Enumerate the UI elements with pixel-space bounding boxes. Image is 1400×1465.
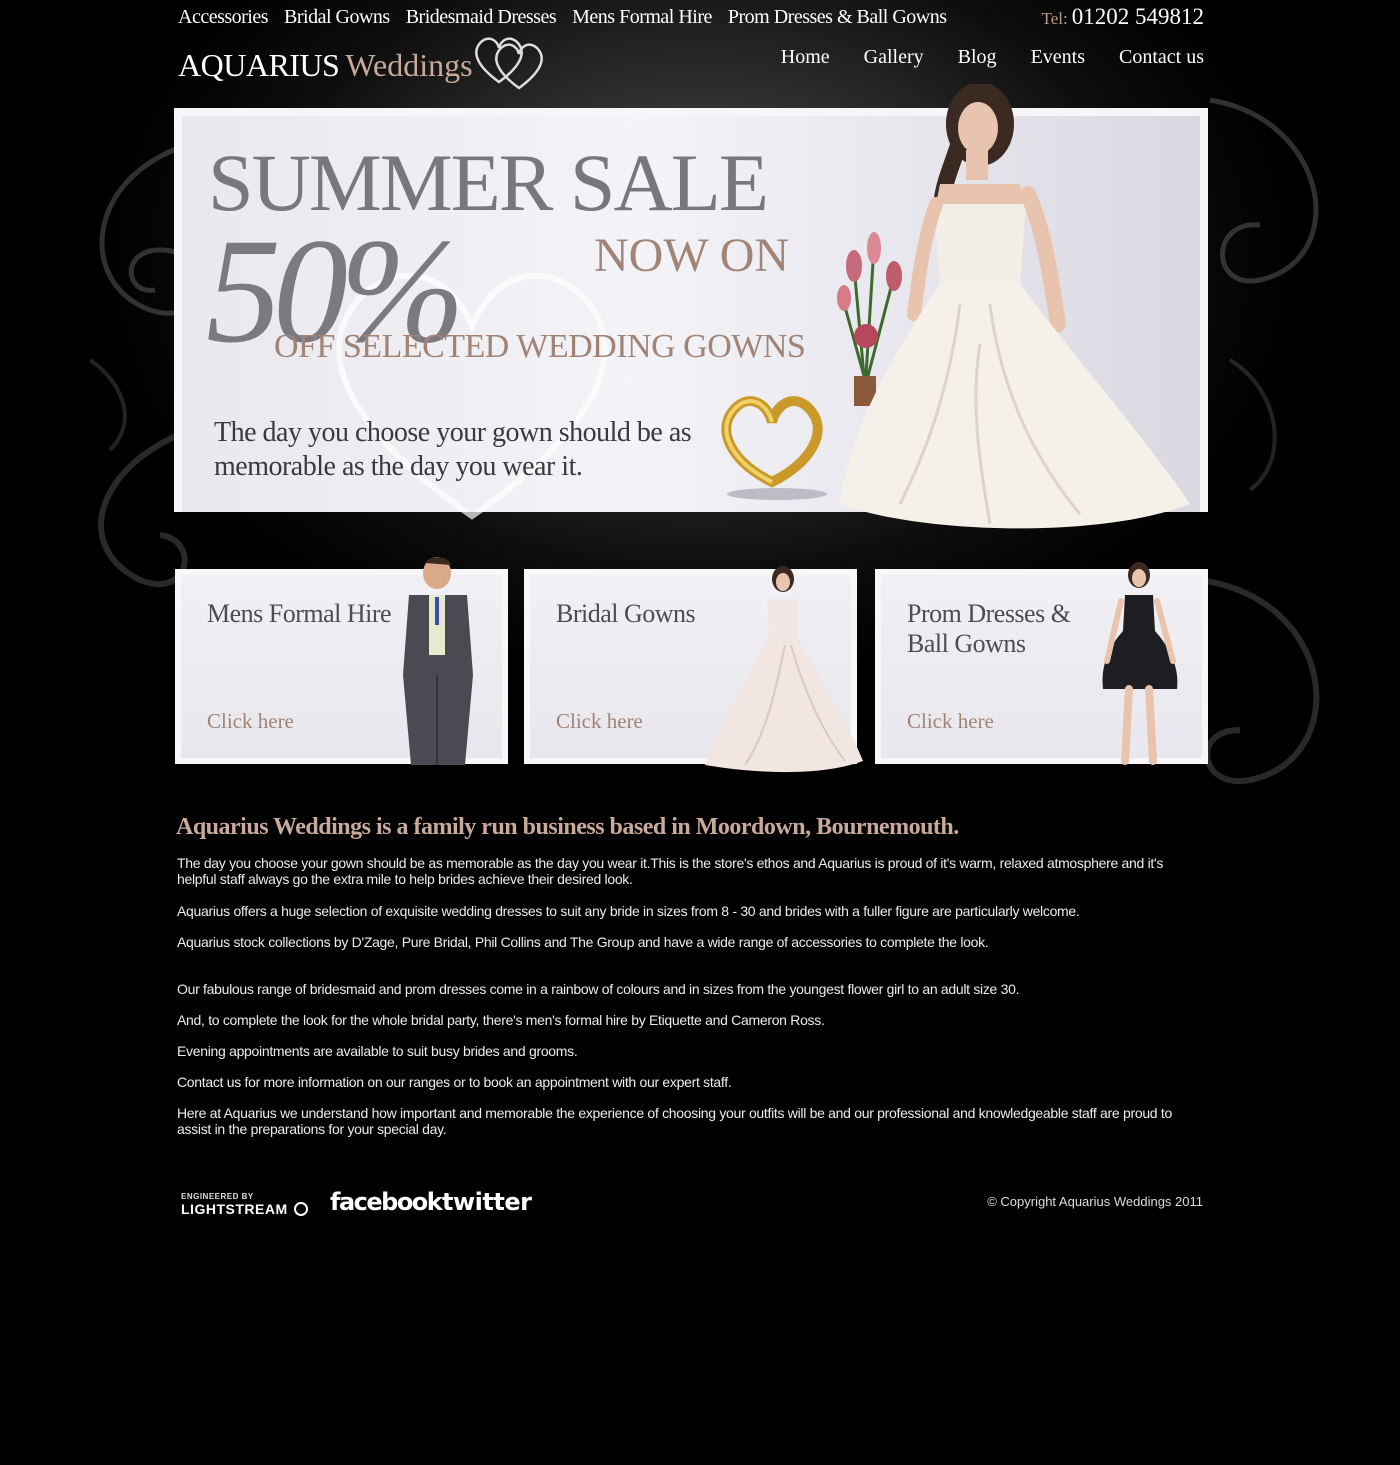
copyright: © Copyright Aquarius Weddings 2011 bbox=[987, 1194, 1203, 1209]
sale-now-on: NOW ON bbox=[594, 229, 790, 282]
intro-paragraph: Our fabulous range of bridesmaid and pro… bbox=[177, 981, 1020, 997]
bride-model-image bbox=[840, 84, 1190, 529]
lightstream-e-icon bbox=[294, 1202, 309, 1216]
nav-blog[interactable]: Blog bbox=[958, 46, 997, 69]
category-link-prom-dresses[interactable]: Prom Dresses & Ball Gowns bbox=[728, 6, 947, 29]
groom-model-image bbox=[403, 557, 473, 765]
category-link-bridal-gowns[interactable]: Bridal Gowns bbox=[284, 6, 390, 29]
gold-rings-image bbox=[721, 396, 827, 500]
intro-paragraph: Here at Aquarius we understand how impor… bbox=[177, 1105, 1172, 1137]
card-title: Prom Dresses & Ball Gowns bbox=[907, 599, 1071, 658]
card-prom-dresses[interactable]: Prom Dresses & Ball Gowns Click here bbox=[875, 562, 1208, 765]
bride-model-image bbox=[705, 566, 863, 773]
logo-brand: AQUARIUS bbox=[178, 46, 340, 83]
logo-suffix: Weddings bbox=[345, 46, 473, 83]
card-click-here-link[interactable]: Click here bbox=[556, 709, 643, 734]
card-title: Mens Formal Hire bbox=[207, 599, 392, 628]
intro-paragraph: The day you choose your gown should be a… bbox=[177, 855, 1164, 887]
category-link-bridesmaid-dresses[interactable]: Bridesmaid Dresses bbox=[406, 6, 557, 29]
intro-paragraph: Evening appointments are available to su… bbox=[177, 1043, 578, 1059]
intro-paragraph: And, to complete the look for the whole … bbox=[177, 1012, 825, 1028]
lightstream-label: LIGHTSTREAM bbox=[181, 1201, 288, 1217]
telephone-label: Tel: bbox=[1041, 9, 1068, 28]
category-nav: Accessories Bridal Gowns Bridesmaid Dres… bbox=[178, 6, 947, 29]
intro-paragraph: Aquarius offers a huge selection of exqu… bbox=[177, 903, 1080, 919]
nav-contact-us[interactable]: Contact us bbox=[1119, 46, 1204, 69]
lightstream-logo[interactable]: ENGINEERED BY LIGHTSTREAM bbox=[181, 1192, 311, 1219]
page: Accessories Bridal Gowns Bridesmaid Dres… bbox=[0, 0, 1400, 1465]
intro-copy: The day you choose your gown should be a… bbox=[177, 855, 1177, 1137]
facebook-link[interactable]: facebook bbox=[330, 1188, 443, 1216]
telephone-number: 01202 549812 bbox=[1071, 4, 1204, 29]
engineered-by-label: ENGINEERED BY bbox=[181, 1192, 254, 1201]
site-logo[interactable]: AQUARIUS Weddings bbox=[178, 37, 549, 92]
nav-gallery[interactable]: Gallery bbox=[864, 46, 924, 69]
category-link-accessories[interactable]: Accessories bbox=[178, 6, 269, 29]
sale-offer: OFF SELECTED WEDDING GOWNS bbox=[274, 328, 806, 365]
intro-paragraph: Aquarius stock collections by D'Zage, Pu… bbox=[177, 934, 989, 950]
card-mens-formal-hire[interactable]: Mens Formal Hire Click here bbox=[175, 557, 508, 765]
hero-tagline: The day you choose your gown should be a… bbox=[214, 417, 692, 482]
nav-home[interactable]: Home bbox=[781, 46, 830, 69]
main-nav: Home Gallery Blog Events Contact us bbox=[781, 46, 1204, 69]
prom-model-image bbox=[1102, 562, 1178, 765]
card-click-here-link[interactable]: Click here bbox=[207, 709, 294, 734]
card-click-here-link[interactable]: Click here bbox=[907, 709, 994, 734]
telephone: Tel: 01202 549812 bbox=[1042, 4, 1204, 30]
nav-events[interactable]: Events bbox=[1031, 46, 1085, 69]
twitter-link[interactable]: twitter bbox=[442, 1188, 532, 1216]
intro-heading: Aquarius Weddings is a family run busine… bbox=[176, 814, 959, 840]
hearts-icon bbox=[474, 37, 543, 90]
category-link-mens-formal-hire[interactable]: Mens Formal Hire bbox=[572, 6, 712, 29]
card-bridal-gowns[interactable]: Bridal Gowns Click here bbox=[524, 566, 863, 773]
intro-paragraph: Contact us for more information on our r… bbox=[177, 1074, 732, 1090]
